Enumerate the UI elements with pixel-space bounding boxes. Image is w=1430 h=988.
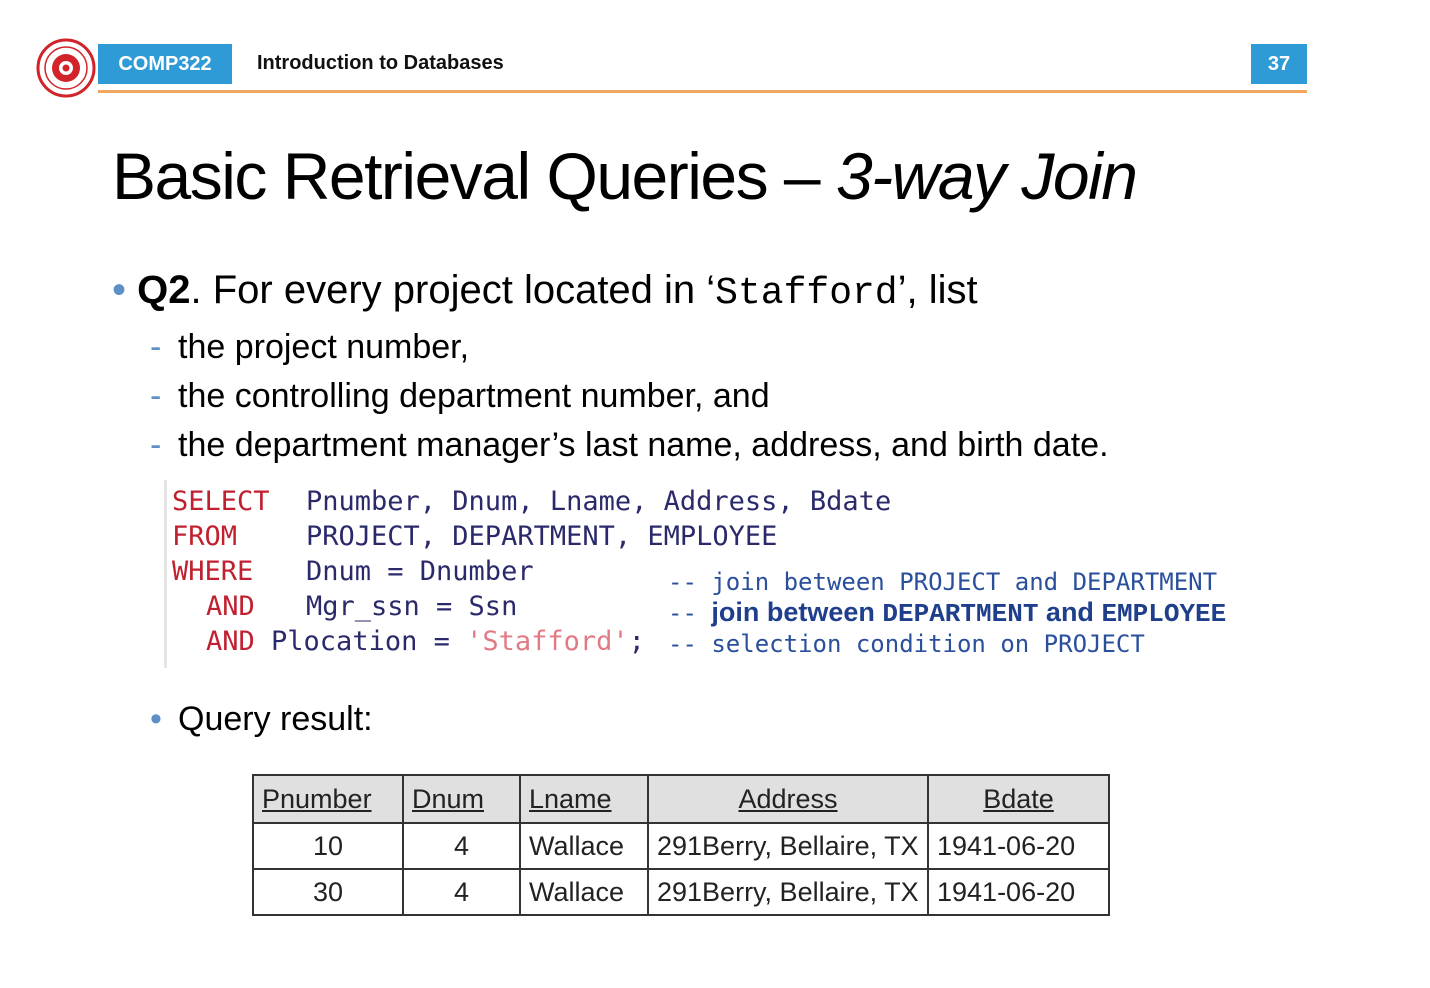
code-block-rule <box>164 480 167 668</box>
sql-line-and-location: AND Plocation = 'Stafford'; <box>206 626 645 657</box>
course-title: Introduction to Databases <box>257 52 504 74</box>
column-header: Address <box>647 774 929 824</box>
table-row: 30 4 Wallace 291Berry, Bellaire, TX 1941… <box>252 868 1110 916</box>
question-id: Q2 <box>137 268 191 312</box>
sql-keyword: WHERE <box>172 556 254 587</box>
sql-comment: -- join between PROJECT and DEPARTMENT <box>668 568 1218 596</box>
result-table: Pnumber Dnum Lname Address Bdate 10 4 Wa… <box>252 774 1110 916</box>
table-cell: 291Berry, Bellaire, TX <box>647 868 929 916</box>
sql-where-condition: Dnum = Dnumber <box>306 556 534 587</box>
sql-semicolon: ; <box>628 626 645 657</box>
university-seal-icon <box>36 38 96 98</box>
sub-item: - the controlling department number, and <box>150 377 770 416</box>
column-header: Pnumber <box>252 774 404 824</box>
course-code-badge: COMP322 <box>98 44 232 84</box>
table-row: 10 4 Wallace 291Berry, Bellaire, TX 1941… <box>252 822 1110 870</box>
column-header: Lname <box>519 774 649 824</box>
slide-title-main: Basic Retrieval Queries – <box>112 139 836 213</box>
question-text-after: ’, list <box>897 268 978 312</box>
sql-comment: -- selection condition on PROJECT <box>668 630 1145 658</box>
page-number: 37 <box>1251 44 1307 84</box>
dash-icon: - <box>150 328 162 366</box>
comment-text: and <box>1038 597 1102 627</box>
table-cell: 4 <box>402 868 521 916</box>
table-cell: 10 <box>252 822 404 870</box>
sql-comment-highlighted: -- join between DEPARTMENT and EMPLOYEE <box>668 597 1226 629</box>
sql-keyword: FROM <box>172 521 238 552</box>
sql-line-where: WHERE <box>172 556 253 587</box>
table-cell: Wallace <box>519 822 649 870</box>
sql-keyword: AND <box>206 626 255 657</box>
bullet-dot-icon: • <box>112 268 127 312</box>
sub-item: - the department manager’s last name, add… <box>150 426 1109 465</box>
table-cell: 1941-06-20 <box>927 822 1110 870</box>
question-text-before: . For every project located in ‘ <box>190 268 716 312</box>
comment-table-name: DEPARTMENT <box>882 599 1039 629</box>
sql-keyword: AND <box>206 591 255 622</box>
sql-from-list: PROJECT, DEPARTMENT, EMPLOYEE <box>306 521 778 552</box>
column-header: Bdate <box>927 774 1110 824</box>
comment-text: join between <box>711 597 883 627</box>
sql-line-from: FROM <box>172 521 237 552</box>
sql-code-block: SELECT Pnumber, Dnum, Lname, Address, Bd… <box>164 480 1314 668</box>
sub-item-text: the department manager’s last name, addr… <box>178 426 1109 464</box>
slide-title: Basic Retrieval Queries – 3-way Join <box>112 138 1138 214</box>
table-header-row: Pnumber Dnum Lname Address Bdate <box>252 774 1110 824</box>
sql-keyword: SELECT <box>172 486 270 517</box>
sql-string-literal: 'Stafford' <box>466 626 629 657</box>
bullet-dot-icon: • <box>150 700 162 738</box>
header-divider <box>98 90 1307 93</box>
sub-item-text: the controlling department number, and <box>178 377 770 415</box>
table-cell: 4 <box>402 822 521 870</box>
slide-title-emphasis: 3-way Join <box>835 139 1138 213</box>
comment-table-name: EMPLOYEE <box>1101 599 1227 629</box>
table-cell: 1941-06-20 <box>927 868 1110 916</box>
table-cell: Wallace <box>519 868 649 916</box>
sql-line-and: AND <box>206 591 255 622</box>
comment-prefix: -- <box>668 599 712 627</box>
sql-and-condition: Mgr_ssn = Ssn <box>306 591 518 622</box>
sub-item-text: the project number, <box>178 328 470 366</box>
dash-icon: - <box>150 426 162 464</box>
sql-location-condition: Plocation = <box>254 626 467 657</box>
column-header: Dnum <box>402 774 521 824</box>
sql-select-list: Pnumber, Dnum, Lname, Address, Bdate <box>306 486 892 517</box>
table-cell: 30 <box>252 868 404 916</box>
sql-line-select: SELECT <box>172 486 270 517</box>
question-bullet: • Q2. For every project located in ‘Staf… <box>112 268 978 315</box>
question-code: Stafford <box>715 272 898 315</box>
table-cell: 291Berry, Bellaire, TX <box>647 822 929 870</box>
query-result-text: Query result: <box>178 700 373 738</box>
sub-item: - the project number, <box>150 328 469 367</box>
query-result-label: • Query result: <box>150 700 373 739</box>
dash-icon: - <box>150 377 162 415</box>
